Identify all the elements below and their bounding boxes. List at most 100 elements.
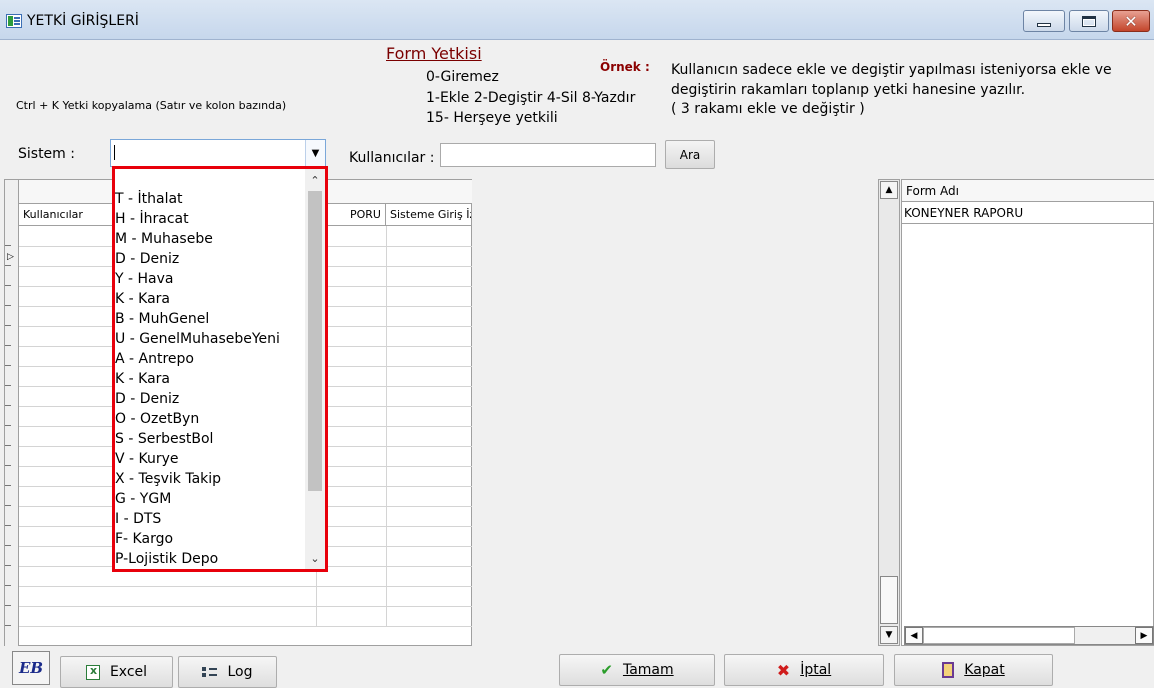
- dropdown-item[interactable]: Y - Hava: [115, 269, 305, 289]
- table-cell[interactable]: [386, 526, 472, 547]
- dropdown-item[interactable]: O - OzetByn: [115, 409, 305, 429]
- table-cell[interactable]: [386, 586, 472, 607]
- dropdown-item[interactable]: H - İhracat: [115, 209, 305, 229]
- copy-shortcut-hint: Ctrl + K Yetki kopyalama (Satır ve kolon…: [16, 99, 287, 112]
- kapat-button-label: Kapat: [964, 662, 1005, 678]
- minimize-button[interactable]: [1023, 10, 1065, 32]
- row-indicator-tick: [5, 245, 11, 246]
- dropdown-item[interactable]: S - SerbestBol: [115, 429, 305, 449]
- dropdown-item[interactable]: X - Teşvik Takip: [115, 469, 305, 489]
- iptal-button[interactable]: ✖ İptal: [724, 654, 884, 686]
- iptal-button-label: İptal: [800, 662, 832, 678]
- table-cell[interactable]: [386, 446, 472, 467]
- table-cell[interactable]: [386, 366, 472, 387]
- table-cell[interactable]: [386, 246, 472, 267]
- ara-button[interactable]: Ara: [665, 140, 715, 169]
- sistem-label: Sistem :: [18, 146, 75, 162]
- table-cell[interactable]: [386, 346, 472, 367]
- dropdown-item[interactable]: K - Kara: [115, 289, 305, 309]
- tamam-button[interactable]: ✔ Tamam: [559, 654, 715, 686]
- row-indicator-tick: [5, 465, 11, 466]
- horizontal-scrollbar[interactable]: ◀ ▶: [904, 626, 1154, 645]
- row-indicator-tick: [5, 605, 11, 606]
- table-cell[interactable]: [316, 606, 386, 627]
- scroll-down-icon[interactable]: ▼: [880, 626, 898, 644]
- table-row[interactable]: [19, 586, 472, 607]
- dropdown-item[interactable]: U - GenelMuhasebeYeni: [115, 329, 305, 349]
- table-cell[interactable]: [386, 506, 472, 527]
- form-list-panel[interactable]: Form Adı KONEYNER RAPORU ◀ ▶: [901, 179, 1154, 646]
- chevron-down-icon[interactable]: ⌄: [305, 549, 325, 567]
- table-cell[interactable]: [386, 606, 472, 627]
- scroll-up-icon[interactable]: ▲: [880, 181, 898, 199]
- row-indicator-tick: [5, 405, 11, 406]
- log-button[interactable]: Log: [178, 656, 277, 688]
- table-cell[interactable]: [386, 406, 472, 427]
- text-caret: [114, 145, 115, 160]
- dropdown-item[interactable]: M - Muhasebe: [115, 229, 305, 249]
- eb-logo[interactable]: EB: [12, 651, 50, 685]
- close-button[interactable]: ✕: [1112, 10, 1150, 32]
- table-cell[interactable]: [386, 326, 472, 347]
- table-cell[interactable]: [386, 286, 472, 307]
- column-header-form-adi[interactable]: Form Adı: [902, 180, 1154, 202]
- row-indicator-column: [5, 180, 19, 646]
- table-cell[interactable]: [316, 586, 386, 607]
- table-cell[interactable]: [386, 386, 472, 407]
- kapat-button[interactable]: Kapat: [894, 654, 1053, 686]
- table-cell[interactable]: [386, 546, 472, 567]
- dropdown-scrollbar[interactable]: ⌃ ⌄: [305, 169, 325, 569]
- kullanicilar-label: Kullanıcılar :: [349, 150, 435, 166]
- excel-icon: [85, 664, 100, 680]
- column-header-sisteme-giris[interactable]: Sisteme Giriş İzni: [386, 204, 472, 226]
- maximize-button[interactable]: [1069, 10, 1109, 32]
- permission-legend-line: 15- Herşeye yetkili: [426, 110, 558, 126]
- dropdown-item[interactable]: F- Kargo: [115, 529, 305, 549]
- table-cell[interactable]: [386, 226, 472, 247]
- dropdown-item[interactable]: P-Lojistik Depo: [115, 549, 305, 569]
- dropdown-item[interactable]: A - Antrepo: [115, 349, 305, 369]
- chevron-up-icon[interactable]: ⌃: [305, 171, 325, 189]
- sistem-dropdown-list[interactable]: T - İthalat H - İhracat M - Muhasebe D - De…: [112, 166, 328, 572]
- list-item[interactable]: KONEYNER RAPORU: [902, 204, 1154, 224]
- scroll-right-icon[interactable]: ▶: [1135, 627, 1153, 644]
- sistem-combobox[interactable]: ▼: [110, 139, 326, 167]
- table-cell[interactable]: [386, 306, 472, 327]
- dropdown-item[interactable]: I - DTS: [115, 509, 305, 529]
- scrollbar-thumb[interactable]: [308, 191, 322, 491]
- scrollbar-thumb[interactable]: [880, 576, 898, 624]
- table-cell[interactable]: [386, 266, 472, 287]
- grid-vertical-scrollbar[interactable]: ▲ ▼: [878, 179, 900, 646]
- scrollbar-thumb[interactable]: [923, 627, 1075, 644]
- table-cell[interactable]: [386, 486, 472, 507]
- table-cell[interactable]: [386, 566, 472, 587]
- dropdown-item[interactable]: B - MuhGenel: [115, 309, 305, 329]
- chevron-down-icon[interactable]: ▼: [305, 140, 325, 166]
- cancel-x-icon: ✖: [776, 660, 791, 680]
- table-cell[interactable]: [386, 426, 472, 447]
- dropdown-item[interactable]: D - Deniz: [115, 249, 305, 269]
- row-indicator-tick: [5, 345, 11, 346]
- kullanicilar-input[interactable]: [440, 143, 656, 167]
- row-indicator-tick: [5, 305, 11, 306]
- dropdown-item[interactable]: T - İthalat: [115, 189, 305, 209]
- excel-button-label: Excel: [109, 664, 148, 680]
- close-icon: ✕: [1124, 11, 1138, 31]
- column-header-kullanicilar[interactable]: Kullanıcılar: [19, 204, 114, 226]
- list-icon: [202, 666, 218, 679]
- window-title: YETKİ GİRİŞLERİ: [27, 13, 139, 29]
- dropdown-item[interactable]: D - Deniz: [115, 389, 305, 409]
- dropdown-item[interactable]: G - YGM: [115, 489, 305, 509]
- scroll-left-icon[interactable]: ◀: [905, 627, 923, 644]
- row-indicator-tick: [5, 545, 11, 546]
- row-indicator-tick: [5, 505, 11, 506]
- permission-legend-line: 1-Ekle 2-Degiştir 4-Sil 8-Yazdır: [426, 90, 636, 106]
- maximize-icon: [1082, 15, 1096, 27]
- dropdown-item[interactable]: V - Kurye: [115, 449, 305, 469]
- excel-button[interactable]: Excel: [60, 656, 173, 688]
- table-row[interactable]: [19, 606, 472, 627]
- table-cell[interactable]: [386, 466, 472, 487]
- dropdown-item[interactable]: K - Kara: [115, 369, 305, 389]
- row-indicator-tick: [5, 585, 11, 586]
- current-row-pointer-icon: ▷: [7, 252, 14, 262]
